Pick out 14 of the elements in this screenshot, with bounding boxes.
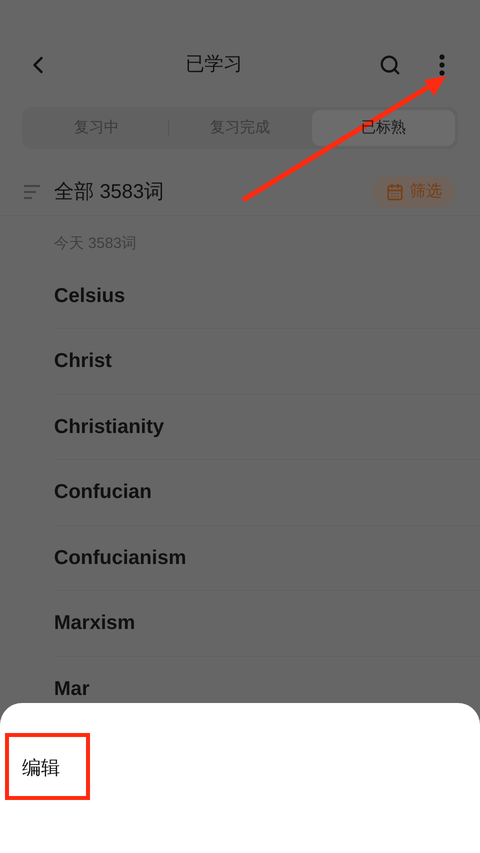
- page-title: 已学习: [184, 52, 244, 77]
- total-label: 全部 3583词: [54, 180, 164, 204]
- search-icon: [379, 54, 401, 76]
- word-item[interactable]: Mar: [54, 674, 90, 704]
- more-icon: [439, 54, 445, 76]
- word-item[interactable]: Marxism: [54, 608, 136, 638]
- list-icon: [24, 184, 40, 198]
- calendar-icon: [386, 182, 404, 200]
- word-item[interactable]: Confucianism: [54, 542, 186, 573]
- word-item[interactable]: Christ: [54, 346, 112, 376]
- word-item[interactable]: Celsius: [54, 280, 126, 311]
- word-item[interactable]: Christianity: [54, 412, 164, 442]
- word-item[interactable]: Confucian: [54, 477, 152, 508]
- menu-item[interactable]: 编辑: [22, 755, 60, 784]
